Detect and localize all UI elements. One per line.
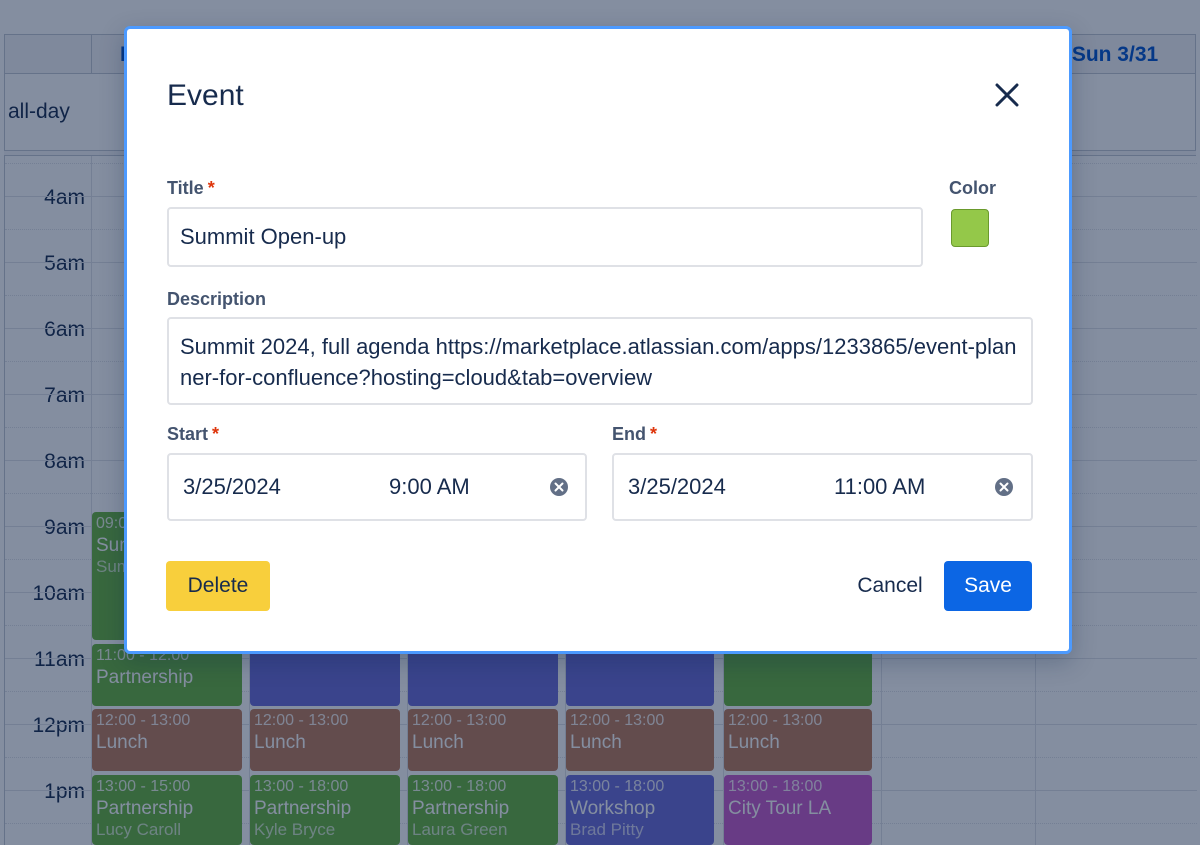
color-swatch[interactable] xyxy=(951,209,989,247)
description-label: Description xyxy=(167,289,267,309)
end-date-input[interactable]: 3/25/2024 xyxy=(628,474,726,500)
required-indicator: * xyxy=(650,424,658,444)
close-icon xyxy=(995,83,1019,107)
end-label: End * xyxy=(612,424,657,445)
start-date-input[interactable]: 3/25/2024 xyxy=(183,474,281,500)
title-label: Title * xyxy=(167,178,215,199)
title-input[interactable]: Summit Open-up xyxy=(167,207,923,267)
required-indicator: * xyxy=(212,424,220,444)
clear-icon[interactable] xyxy=(994,477,1014,497)
cancel-button[interactable]: Cancel xyxy=(845,561,935,611)
color-label: Color xyxy=(949,178,996,198)
title-label-text: Title xyxy=(167,178,204,198)
close-button[interactable] xyxy=(989,77,1025,113)
clear-icon[interactable] xyxy=(549,477,569,497)
start-time-input[interactable]: 9:00 AM xyxy=(389,474,470,500)
event-dialog: Event Title * Summit Open-up Color Descri… xyxy=(124,26,1072,654)
end-time-input[interactable]: 11:00 AM xyxy=(834,474,925,500)
delete-button[interactable]: Delete xyxy=(166,561,270,611)
save-button[interactable]: Save xyxy=(944,561,1032,611)
description-textarea[interactable]: Summit 2024, full agenda https://marketp… xyxy=(167,317,1033,405)
start-label-text: Start xyxy=(167,424,209,444)
required-indicator: * xyxy=(207,178,215,198)
start-label: Start * xyxy=(167,424,219,445)
start-datetime-picker: 3/25/2024 9:00 AM xyxy=(167,453,587,521)
end-datetime-picker: 3/25/2024 11:00 AM xyxy=(612,453,1033,521)
dialog-title: Event xyxy=(167,79,244,112)
end-label-text: End xyxy=(612,424,646,444)
